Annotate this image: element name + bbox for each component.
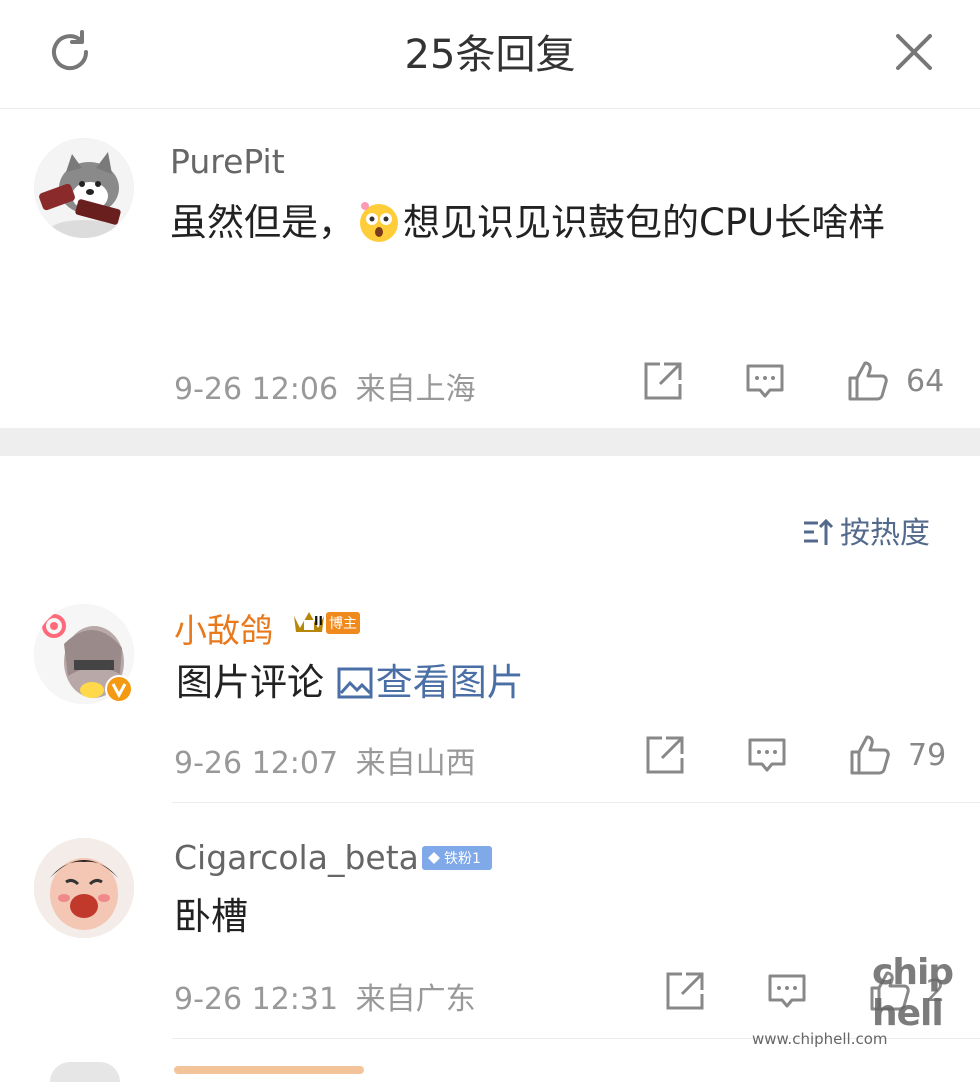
- username[interactable]: Cigarcola_beta: [174, 838, 419, 877]
- image-icon: [336, 660, 374, 718]
- share-icon[interactable]: [662, 968, 708, 1014]
- sort-label: 按热度: [840, 516, 930, 551]
- like-icon[interactable]: [844, 358, 890, 404]
- user-badges: II 博主: [292, 608, 368, 636]
- level-badge: II: [314, 614, 323, 628]
- comment-meta: 9-26 12:07 来自山西: [174, 738, 476, 782]
- comment-icon[interactable]: [764, 968, 810, 1014]
- comment-text-part: 虽然但是，: [170, 201, 355, 244]
- section-divider: [0, 428, 980, 456]
- share-icon[interactable]: [642, 732, 688, 778]
- avatar[interactable]: [34, 138, 134, 238]
- comment-text: 图片评论 查看图片: [176, 654, 524, 718]
- comment-text: 虽然但是， 想见识见识鼓包的CPU长啥样: [170, 194, 940, 260]
- role-badge-label: 博主: [329, 616, 357, 632]
- username[interactable]: PurePit: [170, 142, 285, 181]
- avatar[interactable]: [34, 838, 134, 938]
- comment-text-part: 图片评论: [176, 661, 324, 704]
- timestamp: 9-26 12:31: [174, 982, 339, 1017]
- close-icon[interactable]: [894, 32, 934, 72]
- divider: [172, 802, 980, 803]
- like-count: 64: [906, 364, 945, 399]
- location: 来自广东: [355, 982, 476, 1017]
- sort-icon: [802, 517, 836, 555]
- view-image-label: 查看图片: [375, 661, 524, 704]
- share-icon[interactable]: [640, 358, 686, 404]
- location: 来自上海: [355, 372, 476, 407]
- fan-badge: 铁粉1: [422, 846, 492, 870]
- comment-meta: 9-26 12:06 来自上海: [174, 364, 476, 408]
- view-image-link[interactable]: 查看图片: [336, 661, 524, 704]
- timestamp: 9-26 12:06: [174, 372, 339, 407]
- comment-text-part: 想见识见识鼓包的CPU长啥样: [403, 201, 886, 244]
- comment-meta: 9-26 12:31 来自广东: [174, 974, 476, 1018]
- username[interactable]: 小敌鸽: [174, 604, 273, 652]
- watermark-url: www.chiphell.com: [752, 1030, 888, 1048]
- like-count: 79: [908, 738, 947, 773]
- comment-text: 卧槽: [174, 895, 248, 938]
- location: 来自山西: [355, 746, 476, 781]
- watermark-brand: chip hell: [872, 952, 954, 1034]
- verified-badge-icon: [105, 675, 133, 703]
- username-partial: [174, 1066, 364, 1074]
- role-badge: 博主: [326, 612, 360, 634]
- page-title: 25条回复: [404, 32, 576, 78]
- diamond-icon: [428, 852, 440, 864]
- watermark-logo: chip hell: [872, 952, 972, 1034]
- timestamp: 9-26 12:07: [174, 746, 339, 781]
- fan-badge-label: 铁粉1: [444, 851, 481, 867]
- comment-icon[interactable]: [742, 358, 788, 404]
- shocked-emoji-icon: [357, 199, 401, 260]
- comment-icon[interactable]: [744, 732, 790, 778]
- avatar[interactable]: [50, 1062, 120, 1082]
- like-icon[interactable]: [846, 732, 892, 778]
- sort-button[interactable]: 按热度: [802, 508, 930, 555]
